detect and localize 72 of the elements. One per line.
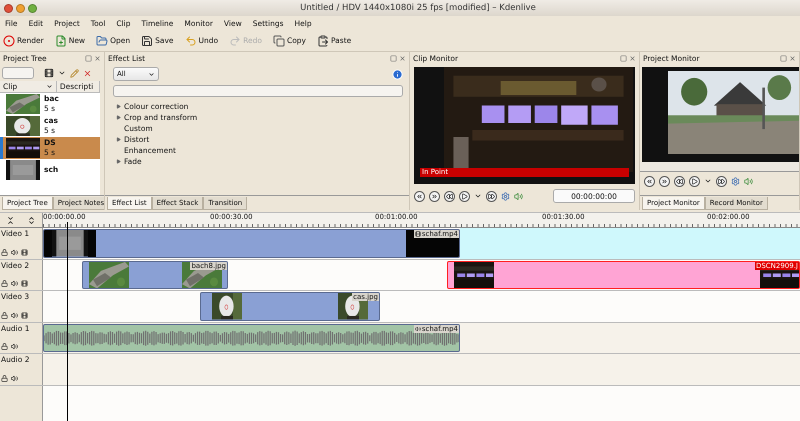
chevrons-left-icon <box>416 192 423 200</box>
volume-icon[interactable] <box>514 192 523 200</box>
window-title: Untitled / HDV 1440x1080i 25 fps [modified] – Kdenlive <box>299 3 537 13</box>
undo-icon <box>184 34 197 46</box>
in-point-button[interactable] <box>644 176 655 186</box>
forward-icon <box>488 192 495 200</box>
forward-button[interactable] <box>716 176 727 186</box>
close-icon[interactable] <box>789 55 796 62</box>
caret-icon <box>148 70 155 78</box>
float-icon[interactable] <box>85 55 92 62</box>
lock-icon[interactable] <box>1 248 8 256</box>
redo-icon <box>229 34 242 46</box>
speaker-icon <box>414 326 421 332</box>
search-field[interactable] <box>2 67 34 79</box>
minimize-button[interactable] <box>16 4 25 12</box>
speaker-icon[interactable] <box>11 374 18 382</box>
speaker-icon[interactable] <box>11 280 18 287</box>
lock-icon[interactable] <box>1 343 8 350</box>
lock-icon[interactable] <box>1 280 8 287</box>
record-icon <box>3 34 15 46</box>
delete-icon[interactable] <box>83 68 92 78</box>
in-point-button[interactable] <box>414 190 425 202</box>
lock-icon[interactable] <box>1 312 8 318</box>
new-file-icon <box>54 34 67 46</box>
speaker-icon[interactable] <box>11 248 18 256</box>
lock-icon[interactable] <box>1 374 8 382</box>
expand-icon[interactable] <box>27 216 36 224</box>
rewind-button[interactable] <box>444 190 455 202</box>
caret-icon[interactable] <box>474 192 482 200</box>
out-point-button[interactable] <box>659 176 670 186</box>
float-icon[interactable] <box>390 55 397 62</box>
close-window-button[interactable] <box>4 4 13 12</box>
settings-icon[interactable] <box>501 192 510 200</box>
maximize-button[interactable] <box>28 4 37 12</box>
caret-icon[interactable] <box>58 69 66 77</box>
float-icon[interactable] <box>780 55 787 62</box>
rewind-icon <box>446 192 453 200</box>
rewind-icon <box>676 178 683 184</box>
float-icon[interactable] <box>620 55 627 62</box>
play-button[interactable] <box>689 176 700 186</box>
caret-icon[interactable] <box>704 177 712 185</box>
forward-icon <box>718 178 725 184</box>
chevrons-right-icon <box>431 192 438 200</box>
play-icon <box>461 192 468 200</box>
film-icon[interactable] <box>21 248 28 256</box>
film-icon <box>414 231 421 237</box>
speaker-icon[interactable] <box>11 343 18 350</box>
collapse-icon[interactable] <box>6 216 15 224</box>
rewind-button[interactable] <box>674 176 685 186</box>
play-button[interactable] <box>459 190 470 202</box>
film-icon[interactable] <box>21 312 28 318</box>
chevrons-left-icon <box>646 178 653 184</box>
speaker-icon[interactable] <box>11 312 18 318</box>
clipboard-icon <box>317 34 329 46</box>
search-field[interactable] <box>113 85 403 97</box>
chevrons-right-icon <box>661 178 668 184</box>
edit-icon[interactable] <box>70 68 79 78</box>
settings-icon[interactable] <box>731 176 740 186</box>
folder-icon <box>96 34 108 46</box>
play-icon <box>691 178 698 184</box>
sort-icon[interactable] <box>46 83 53 90</box>
film-icon[interactable] <box>21 280 28 287</box>
add-clip-icon[interactable] <box>44 68 54 78</box>
close-icon[interactable] <box>629 55 636 62</box>
info-icon[interactable] <box>392 68 403 80</box>
forward-button[interactable] <box>486 190 497 202</box>
volume-icon[interactable] <box>744 176 753 186</box>
close-icon[interactable] <box>399 55 406 62</box>
out-point-button[interactable] <box>429 190 440 202</box>
copy-icon <box>272 34 285 46</box>
close-icon[interactable] <box>94 55 101 62</box>
track-header-column <box>0 386 43 421</box>
